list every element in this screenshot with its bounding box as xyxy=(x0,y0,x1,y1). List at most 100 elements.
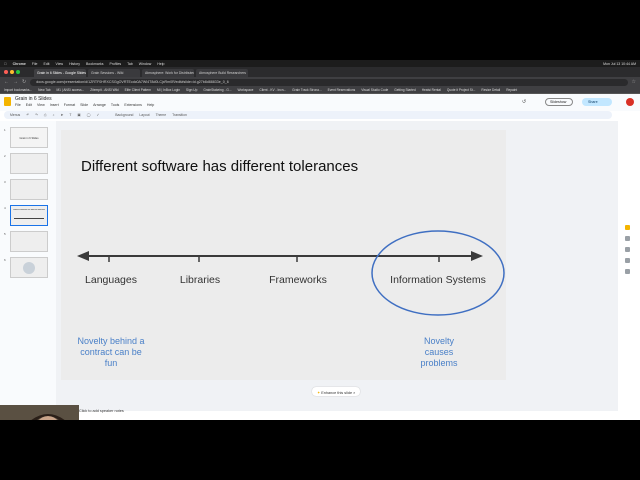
slides-logo-icon[interactable] xyxy=(4,97,11,106)
menubar-item-help[interactable]: Help xyxy=(157,62,164,66)
speaker-notes[interactable]: Click to add speaker notes xyxy=(79,409,124,413)
bookmark-item[interactable]: Visual Studio Code xyxy=(361,88,388,92)
background-button[interactable]: Background xyxy=(115,113,133,117)
menu-slide[interactable]: Slide xyxy=(80,103,88,107)
bookmark-item[interactable]: Elite Client Pattern xyxy=(125,88,151,92)
menu-format[interactable]: Format xyxy=(64,103,75,107)
bookmark-item[interactable]: Repaint xyxy=(506,88,517,92)
maps-icon[interactable] xyxy=(624,258,630,263)
transition-button[interactable]: Transition xyxy=(172,113,187,117)
redo-icon[interactable]: ↷ xyxy=(35,113,38,117)
minimize-window-icon[interactable] xyxy=(10,70,14,74)
back-icon[interactable]: ← xyxy=(4,79,9,85)
bookmark-item[interactable]: Grain Track Strona... xyxy=(292,88,321,92)
side-panel-icons xyxy=(620,225,634,274)
thumbnail-slide-2[interactable] xyxy=(10,153,48,174)
line-icon[interactable]: ✓ xyxy=(96,113,99,117)
search-menus-input[interactable]: Menus xyxy=(10,113,20,117)
menu-tools[interactable]: Tools xyxy=(111,103,119,107)
bookmark-item[interactable]: GrainStakeing - G... xyxy=(203,88,231,92)
menubar-item-view[interactable]: View xyxy=(56,62,64,66)
bookmark-item[interactable]: Import bookmarks... xyxy=(4,88,32,92)
bookmark-item[interactable]: M1 | ANSI access... xyxy=(57,88,85,92)
shape-icon[interactable]: ◯ xyxy=(87,113,91,117)
slideshow-button[interactable]: Slideshow xyxy=(545,98,573,106)
bookmark-item[interactable]: Sign Up xyxy=(186,88,197,92)
label-frameworks[interactable]: Frameworks xyxy=(269,274,327,286)
bookmark-item[interactable]: Resize Detail xyxy=(481,88,500,92)
add-on-icon[interactable] xyxy=(624,269,630,274)
zoom-window-icon[interactable] xyxy=(16,70,20,74)
note-right[interactable]: Novelty causes problems xyxy=(420,336,457,369)
window-controls xyxy=(4,70,20,74)
label-libraries[interactable]: Libraries xyxy=(180,274,220,286)
enhance-slide-chip[interactable]: ✦ Enhance this slide × xyxy=(312,387,361,396)
menubar-item-window[interactable]: Window xyxy=(139,62,151,66)
label-languages[interactable]: Languages xyxy=(85,274,137,286)
keep-icon[interactable] xyxy=(624,225,630,230)
menubar-item-chrome[interactable]: Chrome xyxy=(13,62,26,66)
menu-extensions[interactable]: Extensions xyxy=(124,103,142,107)
right-arrowhead-icon xyxy=(471,251,483,261)
apple-icon[interactable]:  xyxy=(4,62,7,66)
menubar-item-file[interactable]: File xyxy=(32,62,38,66)
bookmark-item[interactable]: Getting Started xyxy=(394,88,415,92)
bookmark-item[interactable]: Heatsi Rental xyxy=(422,88,441,92)
thumbnail-slide-5[interactable] xyxy=(10,231,48,252)
thumbnail-slide-6[interactable] xyxy=(10,257,48,278)
close-icon[interactable]: × xyxy=(353,391,355,395)
label-information-systems[interactable]: Information Systems xyxy=(390,274,486,286)
current-slide[interactable]: Different software has different toleran… xyxy=(61,130,506,380)
avatar[interactable] xyxy=(626,98,634,106)
forward-icon[interactable]: → xyxy=(13,79,18,85)
bookmark-item[interactable]: Event Reservations xyxy=(328,88,356,92)
bookmark-item[interactable]: MI | InBox Login xyxy=(157,88,180,92)
document-title[interactable]: Grain in 6 Slides xyxy=(15,96,52,102)
tab-grain-sessions[interactable]: Grain Sessions - Wiki xyxy=(88,69,140,77)
image-icon[interactable]: ▣ xyxy=(77,113,80,117)
close-window-icon[interactable] xyxy=(4,70,8,74)
thumbnail-slide-1[interactable]: Grain in 6 Slides xyxy=(10,127,48,148)
menu-insert[interactable]: Insert xyxy=(50,103,59,107)
url-input[interactable]: docs.google.com/presentation/d/1ZRTF0HRX… xyxy=(30,78,628,86)
undo-icon[interactable]: ↶ xyxy=(26,113,29,117)
menubar-item-edit[interactable]: Edit xyxy=(44,62,50,66)
menu-view[interactable]: View xyxy=(37,103,45,107)
app-menu: File Edit View Insert Format Slide Arran… xyxy=(15,103,154,107)
slides-header: Grain in 6 Slides File Edit View Insert … xyxy=(0,94,640,111)
history-icon[interactable]: ↺ xyxy=(522,99,526,105)
menu-file[interactable]: File xyxy=(15,103,21,107)
star-icon[interactable]: ☆ xyxy=(632,79,636,85)
menubar-item-tab[interactable]: Tab xyxy=(127,62,133,66)
thumbnail-graphic xyxy=(23,262,35,274)
tasks-icon[interactable] xyxy=(624,236,630,241)
menu-arrange[interactable]: Arrange xyxy=(93,103,106,107)
tab-atmosphere-build[interactable]: Atmosphere Build Researchers xyxy=(196,69,248,77)
thumbnail-slide-4[interactable]: Different software has different toleran… xyxy=(10,205,48,226)
note-right-line: Novelty xyxy=(423,336,455,346)
bookmark-item[interactable]: New Tab xyxy=(38,88,50,92)
menu-edit[interactable]: Edit xyxy=(26,103,32,107)
bookmark-item[interactable]: Client - KV - Incn... xyxy=(259,88,286,92)
share-button[interactable]: Share xyxy=(582,98,612,106)
bookmark-item[interactable]: Workspace xyxy=(238,88,254,92)
menu-help[interactable]: Help xyxy=(147,103,154,107)
note-left[interactable]: Novelty behind a contract can be fun xyxy=(77,336,144,369)
reload-icon[interactable]: ↻ xyxy=(22,79,26,85)
print-icon[interactable]: ⎙ xyxy=(44,113,47,117)
cursor-icon[interactable]: ➤ xyxy=(61,113,64,117)
menubar-item-profiles[interactable]: Profiles xyxy=(109,62,121,66)
textbox-icon[interactable]: T xyxy=(69,113,71,117)
tab-atmosphere-work[interactable]: Atmosphere: Work for Distributed xyxy=(142,69,194,77)
layout-button[interactable]: Layout xyxy=(139,113,149,117)
menubar-item-bookmarks[interactable]: Bookmarks xyxy=(86,62,104,66)
theme-button[interactable]: Theme xyxy=(156,113,167,117)
bookmark-item[interactable]: Quote it Project St... xyxy=(447,88,476,92)
menubar-item-history[interactable]: History xyxy=(69,62,80,66)
thumbnail-slide-3[interactable] xyxy=(10,179,48,200)
thumbnail-number: 1 xyxy=(4,128,6,132)
zoom-icon[interactable]: ⌕ xyxy=(53,113,55,117)
bookmark-item[interactable]: Zitempit - ANSI Wiki xyxy=(90,88,118,92)
tab-grain-slides[interactable]: Grain in 6 Slides - Google Slides xyxy=(34,69,86,77)
contacts-icon[interactable] xyxy=(624,247,630,252)
